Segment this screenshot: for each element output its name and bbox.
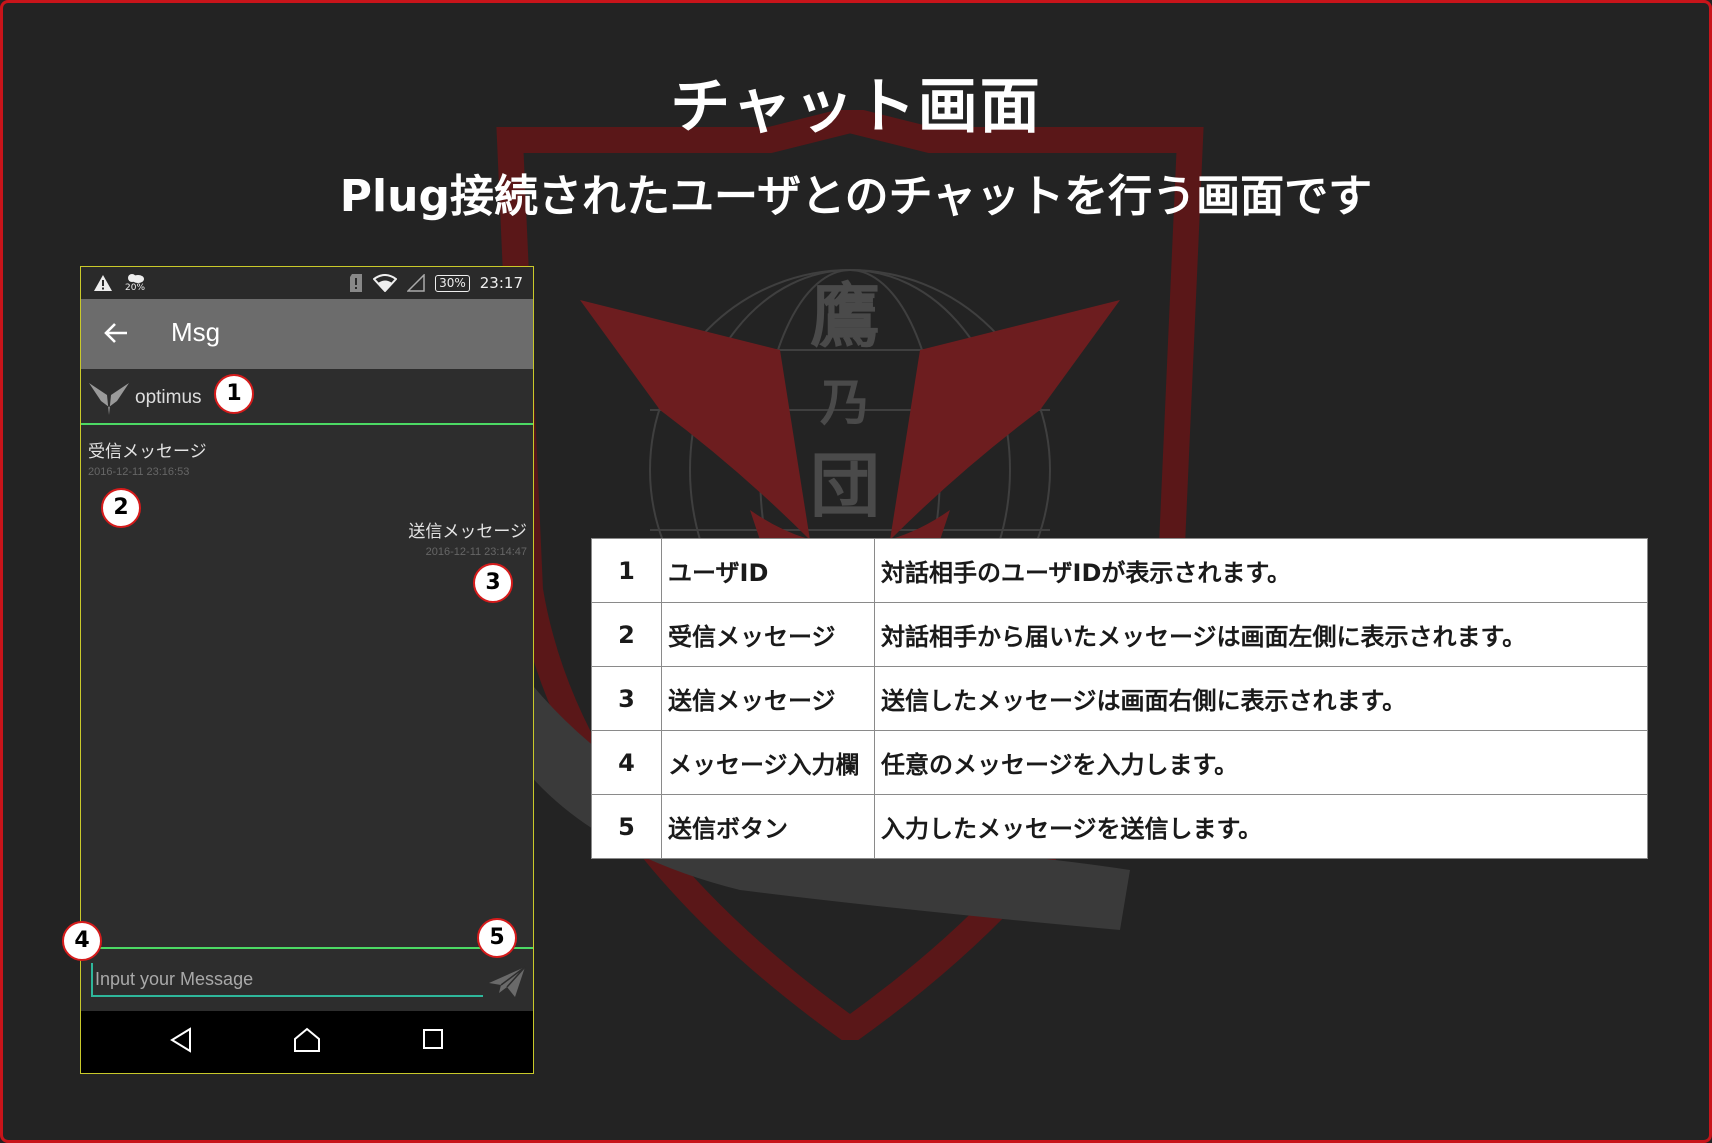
row-number: 4 [591, 730, 662, 795]
send-button[interactable] [485, 961, 529, 1001]
received-message: 受信メッセージ 2016-12-11 23:16:53 [88, 437, 207, 478]
table-row: 5 送信ボタン 入力したメッセージを送信します。 [591, 794, 1648, 859]
weather-icon: 20% [125, 273, 145, 293]
page-subtitle: Plug接続されたユーザとのチャットを行う画面です [339, 171, 1373, 222]
weather-temp: 20% [125, 283, 146, 293]
received-message-time: 2016-12-11 23:16:53 [88, 466, 190, 478]
row-description: 対話相手から届いたメッセージは画面左側に表示されます。 [874, 602, 1648, 667]
marker-4: 4 [62, 921, 102, 961]
battery-indicator: 30% [435, 274, 470, 292]
user-id-row: optimus [81, 369, 533, 425]
svg-text:団: 団 [810, 444, 880, 527]
row-item-name: 送信メッセージ [661, 666, 875, 731]
marker-3: 3 [473, 563, 513, 603]
row-description: 送信したメッセージは画面右側に表示されます。 [874, 666, 1648, 731]
marker-2: 2 [101, 488, 141, 528]
table-row: 3 送信メッセージ 送信したメッセージは画面右側に表示されます。 [591, 666, 1648, 731]
table-row: 2 受信メッセージ 対話相手から届いたメッセージは画面左側に表示されます。 [591, 602, 1648, 667]
status-bar: 20% 30% 23:17 [81, 267, 533, 299]
wifi-icon [373, 274, 398, 292]
eagle-avatar-icon [89, 383, 129, 415]
row-number: 1 [591, 538, 662, 603]
legend-table: 1 ユーザID 対話相手のユーザIDが表示されます。 2 受信メッセージ 対話相… [591, 538, 1648, 859]
warning-icon [94, 275, 112, 291]
nav-recents-icon[interactable] [421, 1027, 445, 1051]
row-item-name: 受信メッセージ [661, 602, 875, 667]
row-number: 5 [591, 794, 662, 859]
sd-card-icon [350, 274, 363, 292]
page-title: チャット画面 [670, 72, 1042, 142]
row-item-name: メッセージ入力欄 [661, 730, 875, 795]
row-description: 任意のメッセージを入力します。 [874, 730, 1648, 795]
received-message-text: 受信メッセージ [88, 442, 207, 462]
user-id-label: optimus [135, 387, 202, 408]
status-time: 23:17 [479, 274, 523, 292]
app-bar: Msg [81, 299, 533, 369]
marker-1: 1 [214, 374, 254, 414]
row-item-name: ユーザID [661, 538, 875, 603]
nav-home-icon[interactable] [293, 1027, 321, 1053]
app-title: Msg [171, 317, 221, 347]
message-input[interactable] [91, 963, 483, 997]
message-input-area [81, 947, 533, 1013]
back-arrow-icon[interactable] [103, 321, 129, 345]
row-number: 2 [591, 602, 662, 667]
row-description: 入力したメッセージを送信します。 [874, 794, 1648, 859]
table-row: 4 メッセージ入力欄 任意のメッセージを入力します。 [591, 730, 1648, 795]
table-row: 1 ユーザID 対話相手のユーザIDが表示されます。 [591, 538, 1648, 603]
sent-message-text: 送信メッセージ [408, 522, 527, 542]
sent-message-time: 2016-12-11 23:14:47 [425, 546, 527, 558]
system-nav-bar [81, 1011, 533, 1073]
row-number: 3 [591, 666, 662, 731]
row-description: 対話相手のユーザIDが表示されます。 [874, 538, 1648, 603]
marker-5: 5 [477, 918, 517, 958]
sent-message: 送信メッセージ 2016-12-11 23:14:47 [408, 517, 527, 558]
svg-text:乃: 乃 [820, 373, 870, 432]
phone-screen: 20% 30% 23:17 Msg optimus 受信メッセージ 2016-1… [80, 266, 534, 1074]
nav-back-icon[interactable] [169, 1027, 193, 1053]
signal-icon [407, 274, 425, 292]
row-item-name: 送信ボタン [661, 794, 875, 859]
svg-text:鷹: 鷹 [810, 274, 880, 357]
